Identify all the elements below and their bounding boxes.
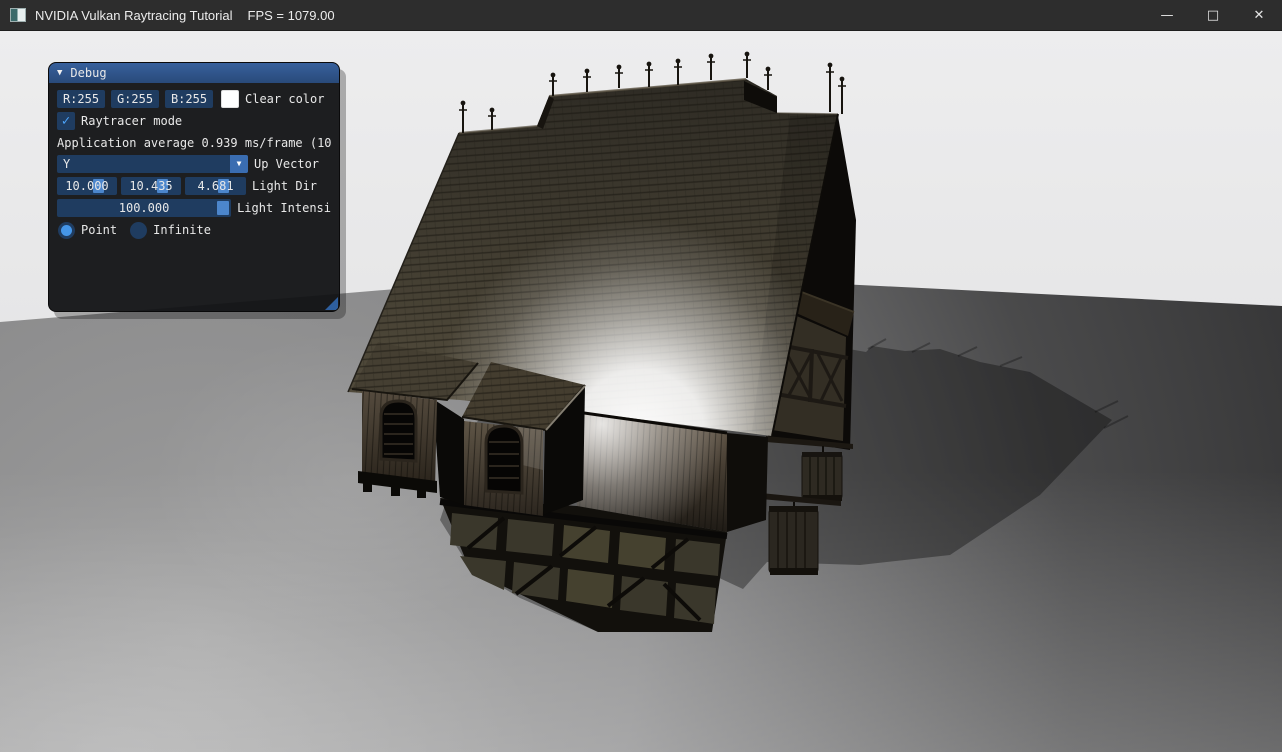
light-intensity-value: 100.000 [119,201,170,215]
dormer-right [462,362,585,516]
debug-panel-titlebar[interactable]: ▼ Debug [49,63,339,83]
slider-grab[interactable] [217,201,229,215]
window-controls: — □ ✕ [1144,0,1282,30]
light-dir-row: 10.000 10.435 4.681 Light Dir [57,177,331,195]
app-icon [10,8,26,22]
close-icon: ✕ [1254,8,1265,23]
minimize-button[interactable]: — [1144,0,1190,30]
debug-panel-title: Debug [70,66,106,80]
raytracer-label: Raytracer mode [81,114,182,128]
clear-color-row: R:255 G:255 B:255 Clear color [57,90,331,108]
light-type-point-radio[interactable] [58,222,75,239]
os-titlebar: NVIDIA Vulkan Raytracing Tutorial FPS = … [0,0,1282,31]
combo-arrow-button[interactable]: ▼ [230,155,248,173]
minimize-icon: — [1161,8,1174,23]
debug-panel-body: R:255 G:255 B:255 Clear color ✓ Raytrace… [49,83,339,243]
light-dir-z-slider[interactable]: 4.681 [185,177,246,195]
light-type-row: Point Infinite [57,221,331,239]
app-window: NVIDIA Vulkan Raytracing Tutorial FPS = … [0,0,1282,752]
clear-color-r-field[interactable]: R:255 [57,90,105,108]
window-title: NVIDIA Vulkan Raytracing Tutorial [35,8,233,23]
up-vector-row: Y ▼ Up Vector [57,155,331,173]
light-dir-y-value: 10.435 [129,179,172,193]
radio-dot [61,225,72,236]
light-dir-y-slider[interactable]: 10.435 [121,177,181,195]
up-vector-label: Up Vector [254,157,319,171]
lantern-upper [802,452,842,501]
up-vector-combo[interactable]: Y ▼ [57,155,248,173]
light-dir-z-value: 4.681 [197,179,233,193]
maximize-icon: □ [1207,8,1219,23]
collapse-arrow-icon[interactable]: ▼ [57,66,62,80]
resize-grip[interactable] [325,297,338,310]
arched-window-left [381,401,416,461]
clear-color-b-field[interactable]: B:255 [165,90,213,108]
clear-color-label: Clear color [245,92,324,106]
raytracer-row: ✓ Raytracer mode [57,112,331,130]
maximize-button[interactable]: □ [1190,0,1236,30]
checkmark-icon: ✓ [62,114,70,128]
up-vector-value: Y [63,157,70,171]
lantern-lower [769,506,818,575]
raytracer-checkbox[interactable]: ✓ [57,112,75,130]
fps-counter: FPS = 1079.00 [248,8,335,23]
light-dir-x-value: 10.000 [65,179,108,193]
light-intensity-row: 100.000 Light Intensi [57,199,331,217]
combo-arrow-icon: ▼ [237,157,242,171]
close-button[interactable]: ✕ [1236,0,1282,30]
radio-dot [133,225,144,236]
light-type-point-label: Point [81,223,117,237]
light-type-infinite-radio[interactable] [130,222,147,239]
arched-window-right [486,426,522,493]
frame-stats-text: Application average 0.939 ms/frame (1064 [57,136,331,150]
debug-panel: ▼ Debug R:255 G:255 B:255 Clear color ✓ … [48,62,340,312]
light-intensity-slider[interactable]: 100.000 [57,199,231,217]
clear-color-swatch[interactable] [221,90,239,108]
clear-color-g-field[interactable]: G:255 [111,90,159,108]
light-dir-label: Light Dir [252,179,317,193]
light-intensity-label: Light Intensi [237,201,331,215]
light-type-infinite-label: Infinite [153,223,211,237]
light-dir-x-slider[interactable]: 10.000 [57,177,117,195]
